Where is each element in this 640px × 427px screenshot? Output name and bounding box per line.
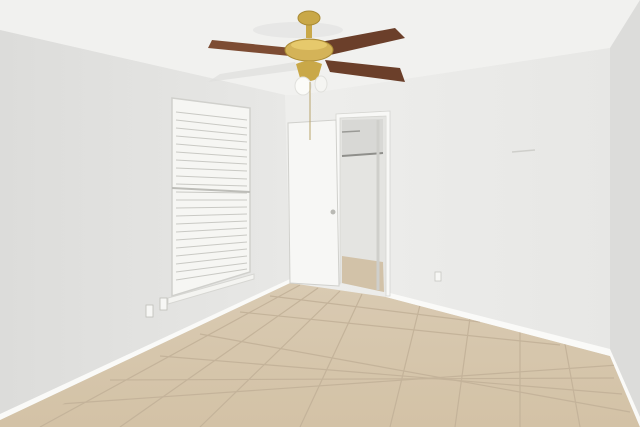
room-photo	[0, 0, 640, 427]
door-knob	[330, 209, 336, 215]
open-door	[287, 119, 340, 287]
window-with-blinds	[167, 97, 255, 305]
wall-outlet	[159, 297, 168, 311]
light-globe	[294, 76, 312, 96]
walk-in-closet	[340, 116, 386, 292]
wall-outlet	[434, 271, 442, 282]
fan-canopy	[297, 10, 321, 26]
wall-outlet	[145, 304, 154, 318]
light-globe	[314, 75, 328, 93]
